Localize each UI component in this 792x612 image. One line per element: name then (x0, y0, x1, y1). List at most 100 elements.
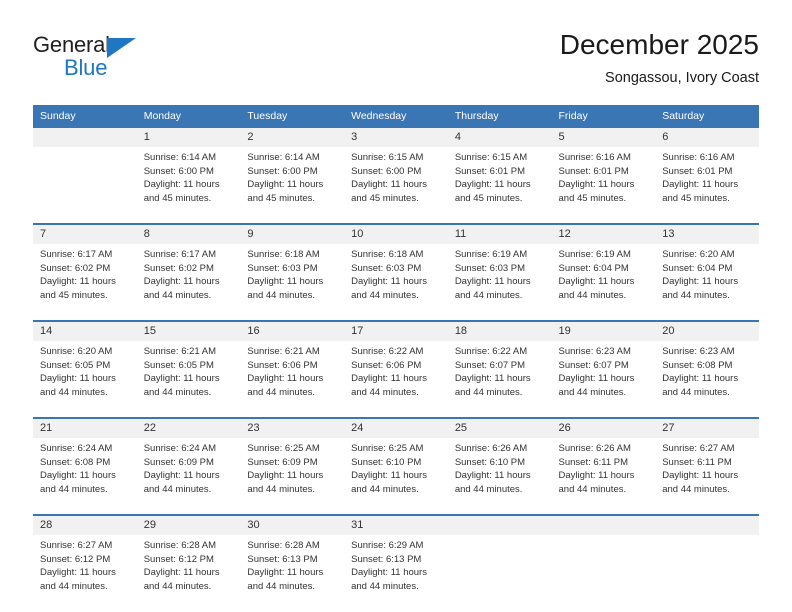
day-cell[interactable]: Sunrise: 6:23 AM Sunset: 6:07 PM Daylight:… (551, 341, 656, 417)
day-number[interactable]: 24 (344, 419, 448, 438)
daylight-text-line2: and 44 minutes. (351, 386, 419, 398)
day-cell[interactable]: Sunrise: 6:21 AM Sunset: 6:05 PM Daylight:… (136, 341, 241, 417)
day-cell[interactable]: Sunrise: 6:16 AM Sunset: 6:01 PM Daylight:… (655, 147, 759, 223)
day-number[interactable]: 30 (240, 516, 345, 535)
daylight-text-line1: Daylight: 11 hours (351, 179, 427, 191)
sunset-text: Sunset: 6:09 PM (247, 456, 318, 468)
weekday-header-friday: Friday (551, 105, 656, 128)
day-number[interactable]: 21 (33, 419, 137, 438)
daylight-text-line2: and 44 minutes. (351, 580, 419, 592)
day-number[interactable]: 20 (655, 322, 759, 341)
day-cell[interactable]: Sunrise: 6:24 AM Sunset: 6:09 PM Daylight:… (136, 438, 241, 514)
daylight-text-line1: Daylight: 11 hours (143, 470, 220, 482)
day-cell[interactable]: Sunrise: 6:17 AM Sunset: 6:02 PM Daylight:… (136, 244, 241, 320)
sunrise-text: Sunrise: 6:16 AM (662, 152, 735, 163)
day-cell[interactable]: Sunrise: 6:15 AM Sunset: 6:00 PM Daylight:… (344, 147, 448, 223)
day-number[interactable]: 18 (447, 322, 552, 341)
sunset-text: Sunset: 6:10 PM (351, 456, 422, 468)
weekday-header-thursday: Thursday (447, 105, 552, 128)
sunrise-text: Sunrise: 6:23 AM (662, 346, 735, 357)
day-cell[interactable]: Sunrise: 6:25 AM Sunset: 6:09 PM Daylight:… (240, 438, 345, 514)
day-cell[interactable]: Sunrise: 6:15 AM Sunset: 6:01 PM Daylight:… (447, 147, 552, 223)
day-number[interactable]: 22 (136, 419, 241, 438)
week-daynumber-row: 14 15 16 17 18 19 20 (33, 322, 759, 341)
day-cell[interactable]: Sunrise: 6:19 AM Sunset: 6:04 PM Daylight:… (551, 244, 656, 320)
sunrise-text: Sunrise: 6:27 AM (662, 443, 735, 454)
day-number[interactable]: 3 (344, 128, 448, 147)
sunset-text: Sunset: 6:04 PM (558, 262, 629, 274)
day-cell[interactable]: Sunrise: 6:22 AM Sunset: 6:06 PM Daylight:… (344, 341, 448, 417)
page-subtitle: Songassou, Ivory Coast (605, 70, 759, 86)
weekday-header-wednesday: Wednesday (344, 105, 448, 128)
day-cell[interactable]: Sunrise: 6:28 AM Sunset: 6:13 PM Daylight:… (240, 535, 345, 611)
day-cell[interactable]: Sunrise: 6:22 AM Sunset: 6:07 PM Daylight:… (447, 341, 552, 417)
day-number[interactable]: 8 (136, 225, 241, 244)
day-cell[interactable]: Sunrise: 6:20 AM Sunset: 6:04 PM Daylight:… (655, 244, 759, 320)
sunset-text: Sunset: 6:01 PM (662, 165, 733, 177)
day-cell[interactable]: Sunrise: 6:18 AM Sunset: 6:03 PM Daylight:… (344, 244, 448, 320)
day-cell[interactable]: Sunrise: 6:18 AM Sunset: 6:03 PM Daylight:… (240, 244, 345, 320)
day-number[interactable]: 10 (344, 225, 448, 244)
day-number[interactable]: 28 (33, 516, 137, 535)
week-info-row: Sunrise: 6:24 AM Sunset: 6:08 PM Daylight:… (33, 438, 759, 514)
daylight-text-line2: and 45 minutes. (247, 192, 316, 204)
day-cell[interactable]: Sunrise: 6:21 AM Sunset: 6:06 PM Daylight:… (240, 341, 345, 417)
day-number[interactable]: 27 (655, 419, 759, 438)
day-number[interactable]: 4 (447, 128, 552, 147)
daylight-text-line1: Daylight: 11 hours (247, 179, 324, 191)
daylight-text-line2: and 44 minutes. (40, 483, 108, 495)
day-number[interactable]: 7 (33, 225, 137, 244)
week-daynumber-row: 7 8 9 10 11 12 13 (33, 225, 759, 244)
day-number[interactable]: 19 (551, 322, 656, 341)
daylight-text-line2: and 44 minutes. (454, 289, 523, 301)
day-cell[interactable]: Sunrise: 6:28 AM Sunset: 6:12 PM Daylight:… (136, 535, 241, 611)
day-number[interactable]: 12 (551, 225, 656, 244)
sunrise-text: Sunrise: 6:29 AM (351, 540, 424, 551)
daylight-text-line2: and 44 minutes. (247, 580, 316, 592)
day-cell[interactable]: Sunrise: 6:27 AM Sunset: 6:12 PM Daylight:… (33, 535, 137, 611)
day-cell[interactable]: Sunrise: 6:17 AM Sunset: 6:02 PM Daylight:… (33, 244, 137, 320)
daylight-text-line1: Daylight: 11 hours (351, 567, 427, 579)
day-number[interactable]: 16 (240, 322, 345, 341)
day-number[interactable]: 6 (655, 128, 759, 147)
day-cell[interactable]: Sunrise: 6:20 AM Sunset: 6:05 PM Daylight:… (33, 341, 137, 417)
day-number[interactable]: 17 (344, 322, 448, 341)
day-cell[interactable]: Sunrise: 6:27 AM Sunset: 6:11 PM Daylight:… (655, 438, 759, 514)
day-number[interactable]: 1 (136, 128, 241, 147)
daylight-text-line2: and 45 minutes. (558, 192, 627, 204)
day-cell[interactable]: Sunrise: 6:26 AM Sunset: 6:10 PM Daylight:… (447, 438, 552, 514)
sunset-text: Sunset: 6:03 PM (351, 262, 422, 274)
sunset-text: Sunset: 6:00 PM (247, 165, 318, 177)
sunrise-text: Sunrise: 6:19 AM (558, 249, 631, 260)
day-number[interactable]: 14 (33, 322, 137, 341)
daylight-text-line1: Daylight: 11 hours (454, 179, 531, 191)
day-number[interactable]: 9 (240, 225, 345, 244)
day-number[interactable]: 2 (240, 128, 345, 147)
daylight-text-line1: Daylight: 11 hours (143, 276, 220, 288)
day-number[interactable]: 25 (447, 419, 552, 438)
sunrise-text: Sunrise: 6:20 AM (662, 249, 735, 260)
day-number[interactable]: 5 (551, 128, 656, 147)
daylight-text-line1: Daylight: 11 hours (558, 276, 635, 288)
day-cell[interactable]: Sunrise: 6:24 AM Sunset: 6:08 PM Daylight:… (33, 438, 137, 514)
day-number[interactable]: 31 (344, 516, 448, 535)
day-number[interactable]: 23 (240, 419, 345, 438)
daylight-text-line2: and 44 minutes. (558, 386, 627, 398)
day-number[interactable]: 11 (447, 225, 552, 244)
day-number[interactable]: 13 (655, 225, 759, 244)
day-cell[interactable]: Sunrise: 6:25 AM Sunset: 6:10 PM Daylight:… (344, 438, 448, 514)
day-number[interactable]: 29 (136, 516, 241, 535)
sunset-text: Sunset: 6:06 PM (351, 359, 422, 371)
day-number[interactable]: 15 (136, 322, 241, 341)
day-cell[interactable]: Sunrise: 6:29 AM Sunset: 6:13 PM Daylight:… (344, 535, 448, 611)
day-cell[interactable]: Sunrise: 6:16 AM Sunset: 6:01 PM Daylight:… (551, 147, 656, 223)
day-cell[interactable]: Sunrise: 6:14 AM Sunset: 6:00 PM Daylight:… (240, 147, 345, 223)
day-cell[interactable]: Sunrise: 6:14 AM Sunset: 6:00 PM Daylight:… (136, 147, 241, 223)
daylight-text-line2: and 44 minutes. (662, 386, 730, 398)
daylight-text-line1: Daylight: 11 hours (143, 373, 220, 385)
day-cell[interactable]: Sunrise: 6:23 AM Sunset: 6:08 PM Daylight:… (655, 341, 759, 417)
day-cell[interactable]: Sunrise: 6:26 AM Sunset: 6:11 PM Daylight:… (551, 438, 656, 514)
day-number[interactable]: 26 (551, 419, 656, 438)
day-cell[interactable]: Sunrise: 6:19 AM Sunset: 6:03 PM Daylight:… (447, 244, 552, 320)
title-block: December 2025 Songassou, Ivory Coast (560, 28, 759, 88)
